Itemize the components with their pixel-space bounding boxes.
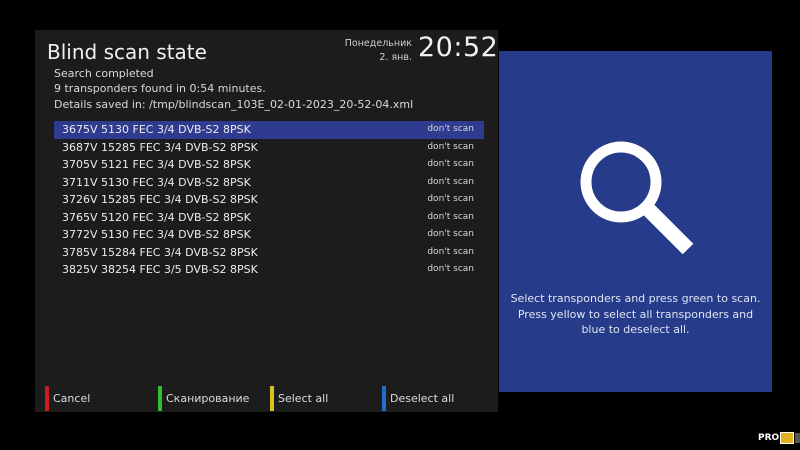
transponder-label: 3687V 15285 FEC 3/4 DVB-S2 8PSK: [62, 140, 258, 154]
scan-state: don't scan: [427, 211, 474, 222]
help-text: Select transponders and press green to s…: [510, 292, 761, 336]
status-transponders-found: 9 transponders found in 0:54 minutes.: [54, 82, 266, 95]
transponder-label: 3705V 5121 FEC 3/4 DVB-S2 8PSK: [62, 158, 251, 171]
clock-date: 2. янв.: [379, 52, 412, 63]
transponder-row[interactable]: 3711V 5130 FEC 3/4 DVB-S2 8PSK don't sca…: [54, 174, 484, 192]
blind-scan-panel: Blind scan state Понедельник 2. янв. 20:…: [35, 30, 498, 412]
page-title: Blind scan state: [47, 40, 207, 64]
clock-day: Понедельник: [344, 38, 412, 49]
transponder-label: 3726V 15285 FEC 3/4 DVB-S2 8PSK: [62, 193, 258, 206]
transponder-row[interactable]: 3772V 5130 FEC 3/4 DVB-S2 8PSK don't sca…: [54, 226, 484, 244]
green-key-indicator: [158, 386, 162, 411]
deselect-all-label: Deselect all: [390, 392, 455, 405]
cancel-label: Cancel: [53, 392, 91, 405]
transponder-list[interactable]: 3675V 5130 FEC 3/4 DVB-S2 8PSK don't sca…: [54, 121, 484, 279]
transponder-row[interactable]: 3705V 5121 FEC 3/4 DVB-S2 8PSK don't sca…: [54, 156, 484, 174]
watermark-tail: [795, 433, 800, 443]
transponder-row[interactable]: 3675V 5130 FEC 3/4 DVB-S2 8PSK don't sca…: [54, 121, 484, 139]
search-icon: [580, 141, 694, 255]
transponder-row[interactable]: 3825V 38254 FEC 3/5 DVB-S2 8PSK don't sc…: [54, 261, 484, 279]
transponder-label: 3825V 38254 FEC 3/5 DVB-S2 8PSK: [62, 263, 258, 276]
scan-state: don't scan: [427, 264, 474, 274]
red-key-indicator: [45, 386, 49, 411]
transponder-label: 3675V 5130 FEC 3/4 DVB-S2 8PSK: [62, 123, 251, 136]
scan-state: don't scan: [427, 159, 474, 169]
transponder-label: 3785V 15284 FEC 3/4 DVB-S2 8PSK: [62, 245, 258, 259]
status-details-saved: Details saved in: /tmp/blindscan_103E_02…: [54, 98, 414, 111]
watermark-logo: PRO: [758, 431, 800, 445]
scan-state: don't scan: [427, 246, 474, 257]
scan-label: Сканирование: [166, 392, 250, 405]
help-panel: Select transponders and press green to s…: [499, 51, 772, 392]
clock-time: 20:52: [418, 32, 499, 63]
select-all-label: Select all: [278, 392, 329, 405]
watermark-badge: [780, 432, 795, 444]
cancel-button[interactable]: Cancel: [45, 386, 90, 411]
yellow-key-indicator: [270, 386, 274, 411]
deselect-all-button[interactable]: Deselect all: [382, 386, 454, 411]
scan-state: don't scan: [427, 229, 474, 239]
scan-state: don't scan: [427, 176, 474, 187]
blue-key-indicator: [382, 386, 386, 411]
transponder-row[interactable]: 3687V 15285 FEC 3/4 DVB-S2 8PSK don't sc…: [54, 139, 484, 157]
scan-state: don't scan: [427, 194, 474, 204]
transponder-label: 3772V 5130 FEC 3/4 DVB-S2 8PSK: [62, 228, 251, 241]
watermark-text: PRO: [758, 433, 780, 443]
scan-button[interactable]: Сканирование: [158, 386, 249, 411]
transponder-label: 3711V 5130 FEC 3/4 DVB-S2 8PSK: [62, 175, 251, 189]
scan-state: don't scan: [427, 141, 474, 152]
select-all-button[interactable]: Select all: [270, 386, 328, 411]
transponder-row[interactable]: 3785V 15284 FEC 3/4 DVB-S2 8PSK don't sc…: [54, 244, 484, 262]
scan-state: don't scan: [427, 124, 474, 134]
status-search-completed: Search completed: [54, 67, 154, 80]
transponder-label: 3765V 5120 FEC 3/4 DVB-S2 8PSK: [62, 210, 251, 224]
transponder-row[interactable]: 3726V 15285 FEC 3/4 DVB-S2 8PSK don't sc…: [54, 191, 484, 209]
transponder-row[interactable]: 3765V 5120 FEC 3/4 DVB-S2 8PSK don't sca…: [54, 209, 484, 227]
